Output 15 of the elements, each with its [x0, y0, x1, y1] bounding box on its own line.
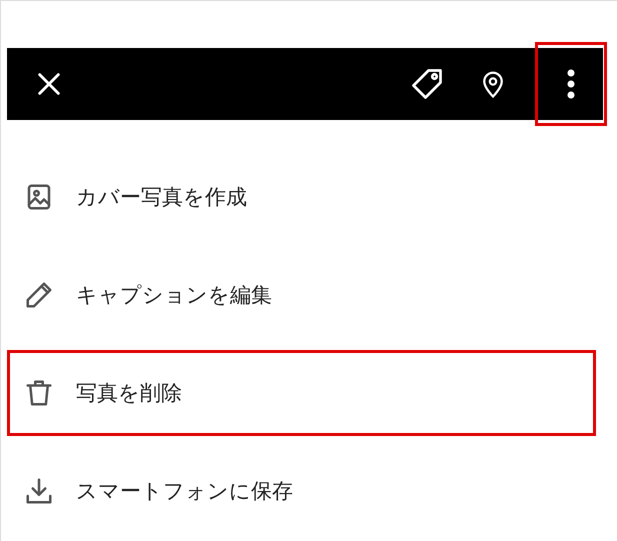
download-icon: [24, 476, 54, 506]
menu-item[interactable]: スマートフォンに保存: [7, 448, 603, 534]
tag-icon: [409, 66, 445, 102]
menu-label: カバー写真を作成: [76, 184, 247, 211]
trash-icon: [24, 378, 54, 408]
menu-item[interactable]: カバー写真を作成: [7, 154, 603, 240]
more-button[interactable]: [535, 42, 607, 126]
menu-item[interactable]: 写真を削除: [7, 350, 596, 436]
menu-item[interactable]: キャプションを編集: [7, 252, 603, 338]
menu-label: スマートフォンに保存: [76, 478, 293, 505]
menu-label: 写真を削除: [76, 380, 182, 407]
pencil-icon: [24, 280, 54, 310]
menu-label: キャプションを編集: [76, 282, 272, 309]
more-icon: [566, 68, 576, 100]
close-icon: [35, 70, 63, 98]
